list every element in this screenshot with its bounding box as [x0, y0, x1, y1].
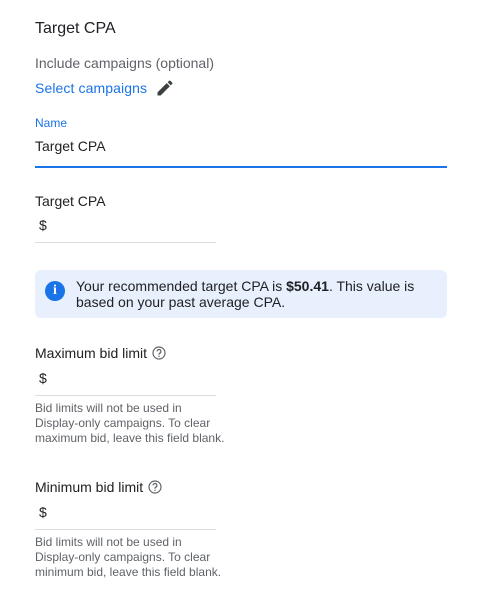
- name-field-group: Name: [35, 116, 447, 168]
- help-icon[interactable]: [148, 480, 162, 494]
- max-bid-group: Maximum bid limit $ Bid limits will not …: [35, 345, 225, 446]
- name-input[interactable]: [35, 138, 447, 168]
- currency-symbol: $: [39, 217, 47, 233]
- target-cpa-input[interactable]: [51, 217, 201, 233]
- select-campaigns-text[interactable]: Select campaigns: [35, 80, 147, 96]
- recommendation-banner: i Your recommended target CPA is $50.41.…: [35, 270, 447, 318]
- min-bid-hint: Bid limits will not be used in Display-o…: [35, 535, 222, 579]
- min-bid-group: Minimum bid limit $ Bid limits will not …: [35, 479, 225, 580]
- recommendation-text: Your recommended target CPA is $50.41. T…: [76, 278, 435, 310]
- name-label: Name: [35, 116, 68, 130]
- max-bid-field[interactable]: $: [35, 370, 216, 396]
- max-bid-input[interactable]: [51, 370, 201, 386]
- currency-symbol: $: [39, 370, 47, 386]
- info-icon: i: [45, 281, 65, 301]
- min-bid-input[interactable]: [51, 504, 201, 520]
- min-bid-label-text: Minimum bid limit: [35, 479, 144, 495]
- page-title: Target CPA: [35, 20, 116, 37]
- recommended-amount: $50.41: [286, 278, 329, 294]
- currency-symbol: $: [39, 504, 47, 520]
- max-bid-label: Maximum bid limit: [35, 345, 225, 361]
- min-bid-field[interactable]: $: [35, 504, 216, 530]
- min-bid-label: Minimum bid limit: [35, 479, 225, 495]
- max-bid-hint: Bid limits will not be used in Display-o…: [35, 401, 225, 445]
- target-cpa-label: Target CPA: [35, 193, 216, 209]
- recommendation-text-start: Your recommended target CPA is: [76, 278, 287, 294]
- select-campaigns-link[interactable]: Select campaigns: [35, 78, 175, 98]
- help-icon[interactable]: [152, 346, 166, 360]
- pencil-icon[interactable]: [155, 78, 175, 98]
- target-cpa-field[interactable]: $: [35, 217, 216, 243]
- target-cpa-group: Target CPA $: [35, 193, 216, 243]
- max-bid-label-text: Maximum bid limit: [35, 345, 148, 361]
- include-campaigns-label: Include campaigns (optional): [35, 55, 214, 71]
- target-cpa-label-text: Target CPA: [35, 193, 106, 209]
